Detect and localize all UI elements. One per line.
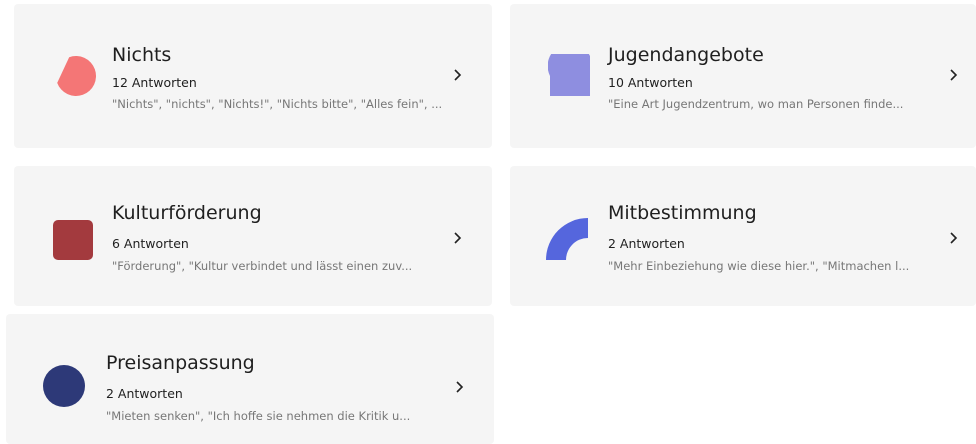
card-nichts[interactable]: Nichts 12 Antworten "Nichts", "nichts", …: [14, 4, 492, 148]
chevron-right-icon[interactable]: [454, 380, 466, 394]
answer-count: 2 Antworten: [608, 236, 685, 251]
quarter-circle-icon: [548, 54, 590, 96]
card-kulturfoerderung[interactable]: Kulturförderung 6 Antworten "Förderung",…: [14, 166, 492, 306]
card-mitbestimmung[interactable]: Mitbestimmung 2 Antworten "Mehr Einbezie…: [510, 166, 976, 306]
answer-snippet: "Eine Art Jugendzentrum, wo man Personen…: [608, 97, 904, 111]
answer-count: 12 Antworten: [112, 75, 197, 90]
answer-snippet: "Nichts", "nichts", "Nichts!", "Nichts b…: [112, 97, 443, 111]
card-jugendangebote[interactable]: Jugendangebote 10 Antworten "Eine Art Ju…: [510, 4, 976, 148]
card-preisanpassung[interactable]: Preisanpassung 2 Antworten "Mieten senke…: [6, 314, 494, 444]
card-title: Preisanpassung: [106, 352, 255, 374]
answer-count: 6 Antworten: [112, 236, 189, 251]
card-title: Kulturförderung: [112, 202, 262, 224]
rounded-square-icon: [53, 220, 93, 260]
chevron-right-icon[interactable]: [948, 68, 960, 82]
circle-icon: [43, 365, 85, 407]
chevron-right-icon[interactable]: [948, 231, 960, 245]
chevron-right-icon[interactable]: [452, 231, 464, 245]
chevron-right-icon[interactable]: [452, 68, 464, 82]
arc-icon: [546, 218, 588, 260]
answer-count: 10 Antworten: [608, 75, 693, 90]
card-title: Jugendangebote: [608, 44, 764, 66]
answer-snippet: "Mieten senken", "Ich hoffe sie nehmen d…: [106, 409, 411, 423]
card-title: Mitbestimmung: [608, 202, 757, 224]
answer-snippet: "Mehr Einbeziehung wie diese hier.", "Mi…: [608, 259, 910, 273]
half-circle-icon: [57, 56, 96, 96]
answer-snippet: "Förderung", "Kultur verbindet und lässt…: [112, 259, 413, 273]
card-title: Nichts: [112, 44, 172, 66]
answer-count: 2 Antworten: [106, 386, 183, 401]
